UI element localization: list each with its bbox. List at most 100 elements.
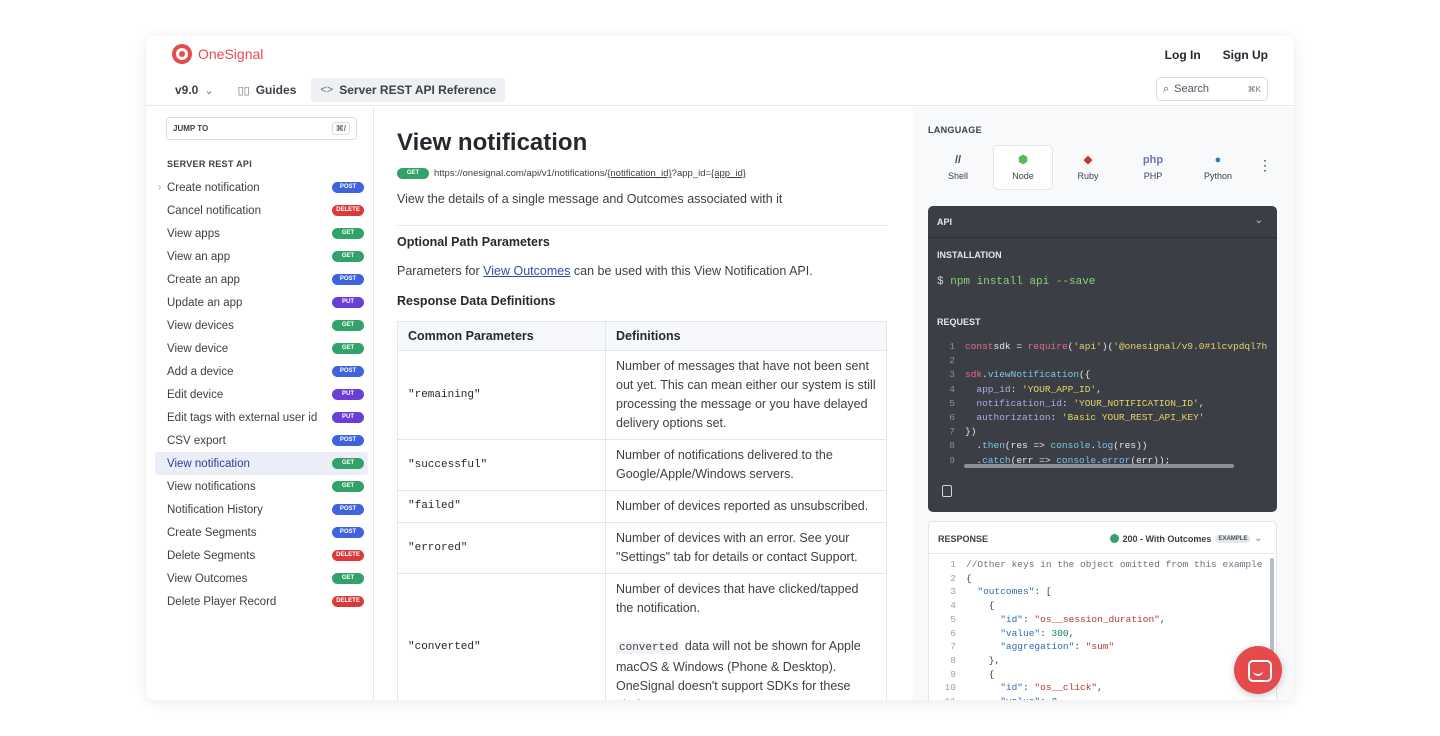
- sidebar-item[interactable]: Edit tags with external user id PUT: [155, 406, 368, 429]
- sidebar-item-label: Create an app: [167, 273, 240, 286]
- language-tab-shell[interactable]: // Shell: [928, 145, 988, 190]
- sidebar-item[interactable]: Delete Player Record DELETE: [155, 590, 368, 613]
- code-line: 2{: [938, 572, 1270, 586]
- code-line: 1 constsdk = require('api')('@onesignal/v…: [937, 340, 1277, 354]
- install-command[interactable]: $ npm install api --save: [937, 276, 1095, 288]
- sidebar-item[interactable]: View device GET: [155, 337, 368, 360]
- line-number: 5: [949, 397, 955, 409]
- code-token: '@onesignal/v9.0#1lcvpdql7h: [1113, 341, 1268, 352]
- sidebar-item[interactable]: Notification History POST: [155, 498, 368, 521]
- language-tab-ruby[interactable]: ◆ Ruby: [1058, 145, 1118, 190]
- table-header: Definitions: [605, 321, 887, 351]
- table-header: Common Parameters: [397, 321, 606, 351]
- sidebar-item[interactable]: CSV export POST: [155, 429, 368, 452]
- endpoint-text[interactable]: https://onesignal.com/api/v1/notificatio…: [434, 168, 746, 179]
- sidebar-item[interactable]: View notifications GET: [155, 475, 368, 498]
- sidebar-item[interactable]: View an app GET: [155, 245, 368, 268]
- search-input[interactable]: ⌕ Search ⌘K: [1156, 77, 1268, 101]
- code-token: "id": [966, 682, 1024, 694]
- method-badge: POST: [332, 182, 364, 193]
- chevron-down-icon: ⌄: [204, 84, 214, 97]
- code-token: (res)): [1113, 440, 1148, 452]
- api-reference-tab[interactable]: <> Server REST API Reference: [311, 78, 506, 102]
- logo[interactable]: OneSignal: [172, 44, 263, 64]
- copy-icon[interactable]: [942, 485, 952, 497]
- sidebar-item[interactable]: Cancel notification DELETE: [155, 199, 368, 222]
- sidebar-item[interactable]: Create Segments POST: [155, 521, 368, 544]
- sidebar-item[interactable]: View notification GET: [155, 452, 368, 475]
- language-tab-php[interactable]: php PHP: [1123, 145, 1183, 190]
- search-placeholder: Search: [1174, 83, 1210, 95]
- response-code[interactable]: 1 //Other keys in the object omitted from…: [938, 558, 1270, 700]
- login-link[interactable]: Log In: [1165, 48, 1201, 62]
- sidebar-item[interactable]: Add a device POST: [155, 360, 368, 383]
- code-line: 11 "value": 2: [938, 695, 1270, 700]
- table-row: "errored" Number of devices with an error…: [397, 522, 887, 574]
- search-icon: ⌕: [1163, 82, 1170, 95]
- jump-to-input[interactable]: JUMP TO ⌘/: [166, 117, 357, 140]
- sidebar-item[interactable]: Create an app POST: [155, 268, 368, 291]
- parameter-name: "errored": [397, 522, 606, 574]
- more-options-icon[interactable]: ⋮: [1258, 157, 1272, 174]
- sidebar-item[interactable]: View Outcomes GET: [155, 567, 368, 590]
- sidebar-item[interactable]: View devices GET: [155, 314, 368, 337]
- request-code[interactable]: 1 constsdk = require('api')('@onesignal/v…: [937, 340, 1277, 466]
- version-select[interactable]: v9.0 ⌄: [166, 78, 223, 102]
- signup-link[interactable]: Sign Up: [1223, 48, 1268, 62]
- code-token: ,: [1159, 613, 1166, 625]
- code-line: 5 notification_id: 'YOUR_NOTIFICATION_ID…: [937, 397, 1277, 411]
- code-token: {: [966, 600, 995, 612]
- horizontal-scrollbar[interactable]: [964, 464, 1234, 468]
- response-status-select[interactable]: 200 - With Outcomes EXAMPLE ⌄: [1109, 533, 1262, 544]
- auth-links: Log In Sign Up: [1165, 48, 1268, 62]
- sidebar-item[interactable]: View apps GET: [155, 222, 368, 245]
- line-number: 1: [950, 559, 956, 570]
- language-tab-node[interactable]: ⬢ Node: [993, 145, 1053, 190]
- sidebar-item[interactable]: › Create notification POST: [155, 176, 368, 199]
- sidebar-item-label: View apps: [167, 227, 220, 240]
- code-line: 3 sdk.viewNotification({: [937, 368, 1277, 382]
- response-header: RESPONSE 200 - With Outcomes EXAMPLE ⌄: [929, 522, 1276, 554]
- view-outcomes-link[interactable]: View Outcomes: [483, 264, 570, 278]
- sidebar-item-label: Create notification: [167, 181, 260, 194]
- example-badge: EXAMPLE: [1215, 534, 1251, 543]
- top-header: OneSignal Log In Sign Up v9.0 ⌄ ▯▯ Guide…: [146, 36, 1294, 106]
- sidebar-item-label: View Outcomes: [167, 572, 248, 585]
- api-label: API: [937, 217, 953, 227]
- method-badge: PUT: [332, 297, 364, 308]
- sub-navigation: v9.0 ⌄ ▯▯ Guides <> Server REST API Refe…: [166, 78, 506, 102]
- sidebar-item[interactable]: Edit device PUT: [155, 383, 368, 406]
- sidebar: JUMP TO ⌘/ SERVER REST API › Create notif…: [146, 107, 374, 700]
- ruby-icon: ◆: [1083, 154, 1093, 166]
- code-token: :: [1023, 613, 1035, 625]
- definition-text: Number of messages that have not been se…: [616, 359, 876, 430]
- parameter-name: "remaining": [397, 350, 606, 440]
- definition-text: Number of devices reported as unsubscrib…: [616, 499, 869, 513]
- table-row: "converted" Number of devices that have c…: [397, 573, 887, 700]
- page-title: View notification: [397, 129, 588, 156]
- code-token: (res =>: [1004, 440, 1051, 452]
- code-token: ,: [1096, 383, 1102, 395]
- sidebar-item[interactable]: Update an app PUT: [155, 291, 368, 314]
- code-token: ({: [1079, 369, 1091, 381]
- sidebar-item[interactable]: Delete Segments DELETE: [155, 544, 368, 567]
- guides-tab[interactable]: ▯▯ Guides: [229, 78, 306, 102]
- line-number: 7: [950, 641, 956, 653]
- code-line: 4 {: [938, 599, 1270, 613]
- parameter-name: "failed": [397, 490, 606, 523]
- method-badge: GET: [332, 251, 364, 262]
- method-badge: DELETE: [332, 596, 364, 607]
- method-badge: DELETE: [332, 550, 364, 561]
- table-row: "failed" Number of devices reported as un…: [397, 490, 887, 523]
- chat-launcher-button[interactable]: [1234, 646, 1282, 694]
- divider: [397, 225, 887, 226]
- method-badge: POST: [332, 527, 364, 538]
- language-name: Ruby: [1077, 171, 1099, 181]
- code-line: 6 authorization: 'Basic YOUR_REST_API_KE…: [937, 411, 1277, 425]
- code-panel: LANGUAGE //Shell ⬢ Node ◆ Ruby php PHP ● Python …: [913, 107, 1294, 700]
- language-tab-python[interactable]: ● Python: [1188, 145, 1248, 190]
- line-number: 6: [950, 627, 956, 639]
- api-header[interactable]: API ⌄: [928, 206, 1277, 238]
- code-line: 9 {: [938, 668, 1270, 682]
- logo-text: OneSignal: [198, 46, 264, 62]
